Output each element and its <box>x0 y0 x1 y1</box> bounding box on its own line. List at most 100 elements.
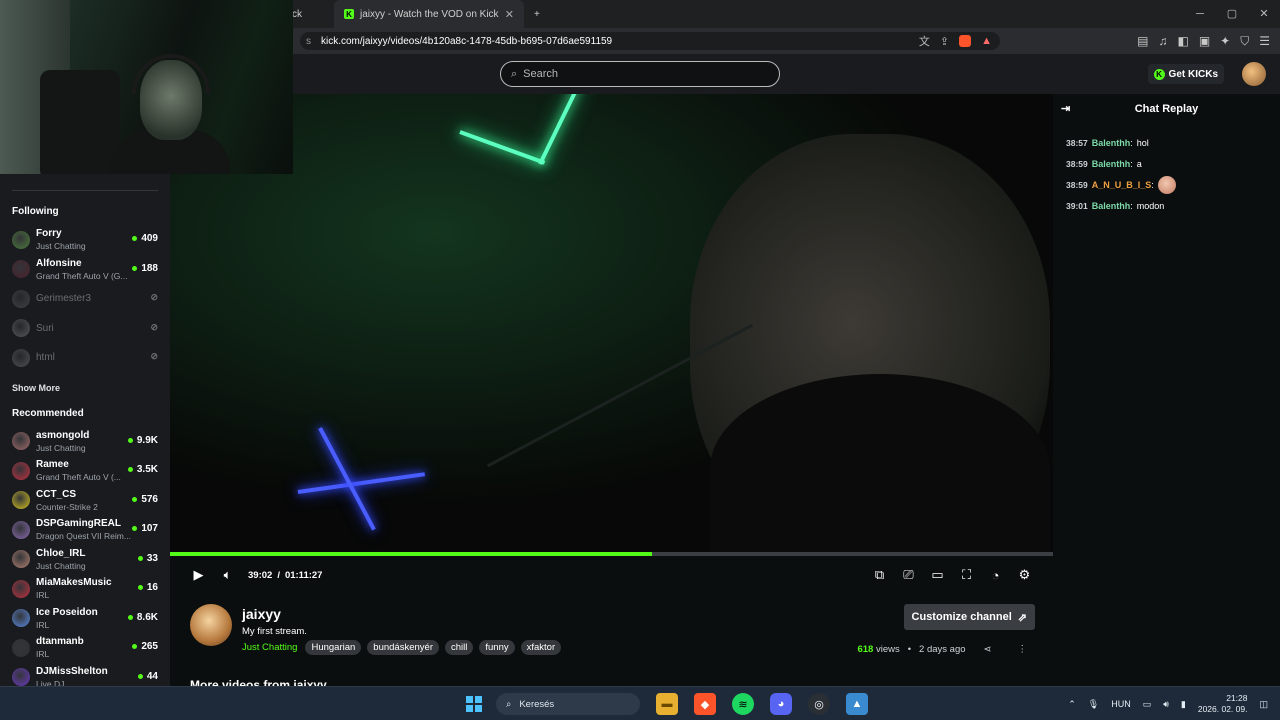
viewer-count: 409 <box>132 233 158 244</box>
video-meta: 618 views • 2 days ago ⋖ ⋮ <box>857 644 1027 655</box>
video-player[interactable] <box>170 94 1053 556</box>
chat-username[interactable]: Balenthh <box>1092 138 1131 148</box>
tray-overflow-icon[interactable]: ⌃ <box>1068 699 1076 710</box>
chat-username[interactable]: A_N_U_B_I_S <box>1092 180 1152 190</box>
channel-name: CCT_CS <box>36 488 77 500</box>
sidebar-channel-item[interactable]: Gerimester3 ⊘ <box>8 284 162 314</box>
channel-avatar[interactable] <box>190 604 232 646</box>
sidebar-channel-item[interactable]: Suri ⊘ <box>8 314 162 344</box>
network-icon[interactable]: ▭ <box>1143 699 1152 710</box>
tab-active[interactable]: K jaixyy - Watch the VOD on Kick ✕ <box>334 0 524 28</box>
live-dot-icon <box>137 673 143 679</box>
clip-icon[interactable]: ⎚ <box>894 561 923 590</box>
sidebar-channel-item[interactable]: asmongold Just Chatting 9.9K <box>8 427 162 457</box>
sidebar-channel-item[interactable]: DSPGamingREAL Dragon Quest VII Reim... 107 <box>8 515 162 545</box>
tag-chip[interactable]: xfaktor <box>520 640 562 655</box>
sidebar-channel-item[interactable]: CCT_CS Counter-Strike 2 576 <box>8 486 162 516</box>
url-bar[interactable]: s kick.com/jaixyy/videos/4b120a8c-1478-4… <box>300 32 1000 50</box>
taskbar-search[interactable]: ⌕ Keresés <box>496 693 640 715</box>
sidebar-channel-item[interactable]: Chloe_IRL Just Chatting 33 <box>8 545 162 575</box>
photos-icon[interactable]: ▲ <box>846 693 868 715</box>
share-icon[interactable]: ⇪ <box>940 35 949 48</box>
battery-icon[interactable]: ▮ <box>1181 699 1186 710</box>
settings-gear-icon[interactable]: ⚙ <box>1010 561 1039 590</box>
reader-icon[interactable]: ▤ <box>1137 34 1148 48</box>
search-box[interactable]: ⌕ <box>500 61 780 87</box>
sidebar: Following Forry Just Chatting 409 Alfonsine… <box>0 174 170 689</box>
tag-chip[interactable]: funny <box>479 640 515 655</box>
sidebar-channel-item[interactable]: Forry Just Chatting 409 <box>8 225 162 255</box>
obs-icon[interactable]: ◎ <box>808 693 830 715</box>
sidebar-channel-item[interactable]: Ramee Grand Theft Auto V (... 3.5K <box>8 456 162 486</box>
sidebar-channel-item[interactable]: Alfonsine Grand Theft Auto V (G... 188 <box>8 255 162 285</box>
more-options-icon[interactable]: ⋮ <box>1018 644 1028 655</box>
category-link[interactable]: Just Chatting <box>242 642 297 653</box>
volume-icon[interactable]: 🔊︎ <box>1163 699 1169 710</box>
vpn-icon[interactable]: ⛉ <box>1240 34 1249 49</box>
volume-icon[interactable]: 🔈︎ <box>213 561 242 590</box>
tag-chip[interactable]: bundáskenyér <box>367 640 439 655</box>
customize-channel-button[interactable]: Customize channel ⇗ <box>903 604 1035 630</box>
viewer-count-value: 265 <box>141 641 158 652</box>
play-icon[interactable]: ▶ <box>184 561 213 590</box>
playback-speed-icon[interactable]: ◔ <box>981 561 1010 590</box>
fullscreen-icon[interactable]: ⛶ <box>952 561 981 590</box>
ai-icon[interactable]: ✦ <box>1220 34 1230 48</box>
search-input[interactable] <box>523 68 754 80</box>
brave-browser-icon[interactable]: ◆ <box>694 693 716 715</box>
video-age: 2 days ago <box>919 644 966 655</box>
channel-info: Forry Just Chatting <box>36 228 134 251</box>
brave-shields-icon[interactable] <box>959 35 972 47</box>
sidebar-toggle-icon[interactable]: ◧ <box>1177 34 1188 48</box>
clock-date: 2026. 02. 09. <box>1197 704 1248 714</box>
chat-username[interactable]: Balenthh <box>1092 201 1131 211</box>
channel-name[interactable]: jaixyy <box>242 606 281 622</box>
collapse-chat-icon[interactable]: ⇥ <box>1061 102 1070 115</box>
discord-icon[interactable]: ◕ <box>770 693 792 715</box>
channel-name: dtanmanb <box>36 636 84 648</box>
translate-icon[interactable]: 文 <box>919 33 930 49</box>
time-display: 39:02 / 01:11:27 <box>248 570 322 581</box>
url-actions: 文 ⇪ ▲ <box>919 32 992 50</box>
sidebar-channel-item[interactable]: dtanmanb IRL 265 <box>8 633 162 663</box>
chat-emote-icon[interactable] <box>1157 175 1176 194</box>
tag-chip[interactable]: Hungarian <box>305 640 362 655</box>
file-explorer-icon[interactable]: ▬ <box>656 693 678 715</box>
theater-mode-icon[interactable]: ▭ <box>923 561 952 590</box>
spotify-icon[interactable]: ≋ <box>732 693 754 715</box>
channel-category: Grand Theft Auto V (... <box>36 472 121 483</box>
viewer-count-value: 44 <box>146 670 158 682</box>
chat-timestamp: 39:01 <box>1066 200 1088 211</box>
new-tab-button[interactable]: + <box>524 0 550 28</box>
get-kicks-button[interactable]: K Get KICKs <box>1147 64 1224 84</box>
show-more-button[interactable]: Show More <box>12 383 162 393</box>
user-avatar[interactable] <box>1242 62 1266 86</box>
channel-name: Gerimester3 <box>36 293 92 305</box>
notification-icon[interactable]: ◫ <box>1259 699 1268 710</box>
recommended-list: asmongold Just Chatting 9.9K Ramee Grand The… <box>8 427 162 693</box>
sidebar-divider <box>12 190 158 191</box>
chat-username[interactable]: Balenthh <box>1092 159 1131 169</box>
sidebar-channel-item[interactable]: Ice Poseidon IRL 8.6K <box>8 604 162 634</box>
share-icon[interactable]: ⋖ <box>984 644 992 655</box>
sidebar-channel-item[interactable]: html ⊘ <box>8 343 162 373</box>
sidebar-channel-item[interactable]: MiaMakesMusic IRL 16 <box>8 574 162 604</box>
minimize-icon[interactable]: ─ <box>1184 0 1216 28</box>
channel-info: CCT_CS Counter-Strike 2 <box>36 489 134 512</box>
clock[interactable]: 21:28 2026. 02. 09. <box>1198 693 1248 715</box>
brave-rewards-icon[interactable]: ▲ <box>981 35 992 47</box>
close-window-icon[interactable]: ✕ <box>1248 0 1280 28</box>
pip-icon[interactable]: ⧉ <box>865 561 894 590</box>
wallet-icon[interactable]: ▣ <box>1199 34 1210 48</box>
music-icon[interactable]: ♫ <box>1158 34 1167 48</box>
language-indicator[interactable]: HUN <box>1111 699 1131 709</box>
tab-close-icon[interactable]: ✕ <box>505 8 514 21</box>
channel-name: Ramee <box>36 459 69 471</box>
menu-icon[interactable]: ☰ <box>1259 34 1270 48</box>
tag-chip[interactable]: chill <box>444 640 474 655</box>
microphone-icon[interactable]: 🎙︎ <box>1088 699 1099 710</box>
viewer-count-value: 9.9K <box>136 434 158 446</box>
start-button[interactable] <box>466 696 482 712</box>
maximize-icon[interactable]: ▢ <box>1216 0 1248 28</box>
live-dot-icon <box>127 614 133 620</box>
